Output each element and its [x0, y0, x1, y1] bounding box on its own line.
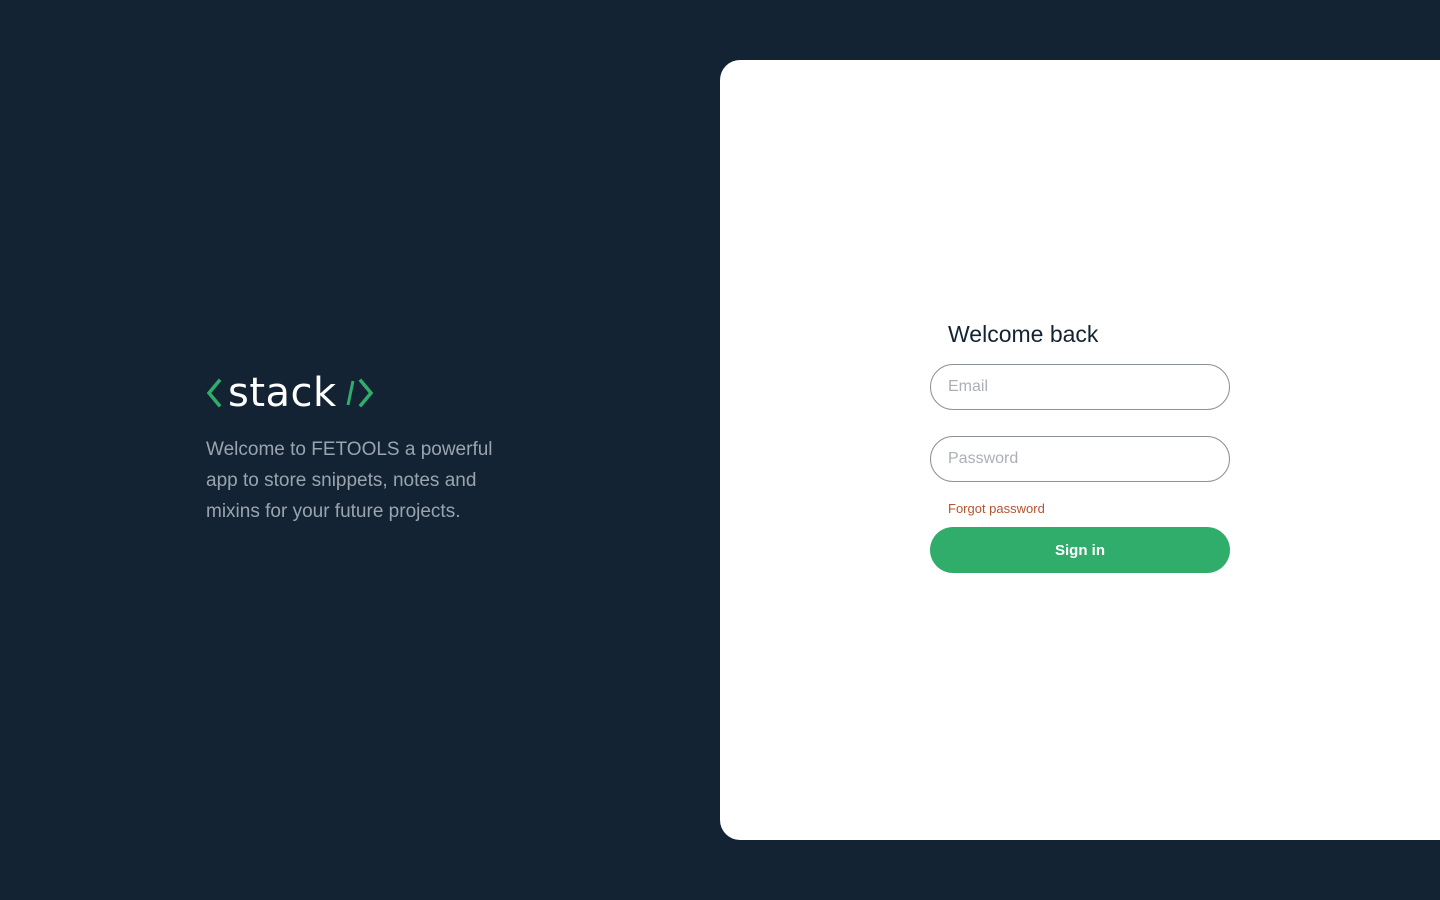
sign-in-button[interactable]: Sign in [930, 527, 1230, 573]
login-form: Welcome back Forgot password Sign in [930, 318, 1230, 573]
tagline: Welcome to FETOOLS a powerful app to sto… [206, 439, 493, 522]
password-field[interactable] [930, 436, 1230, 482]
brand-panel: stack Welcome to FETOOLS a powerful app … [206, 370, 536, 527]
chevron-left-icon [206, 378, 222, 408]
logo: stack [206, 370, 536, 416]
form-title: Welcome back [948, 321, 1099, 347]
forgot-password-link[interactable]: Forgot password [948, 501, 1230, 517]
slash-chevron-right-icon [343, 378, 375, 408]
email-field[interactable] [930, 364, 1230, 410]
logo-text: stack [228, 370, 337, 416]
login-card: Welcome back Forgot password Sign in [720, 60, 1440, 840]
